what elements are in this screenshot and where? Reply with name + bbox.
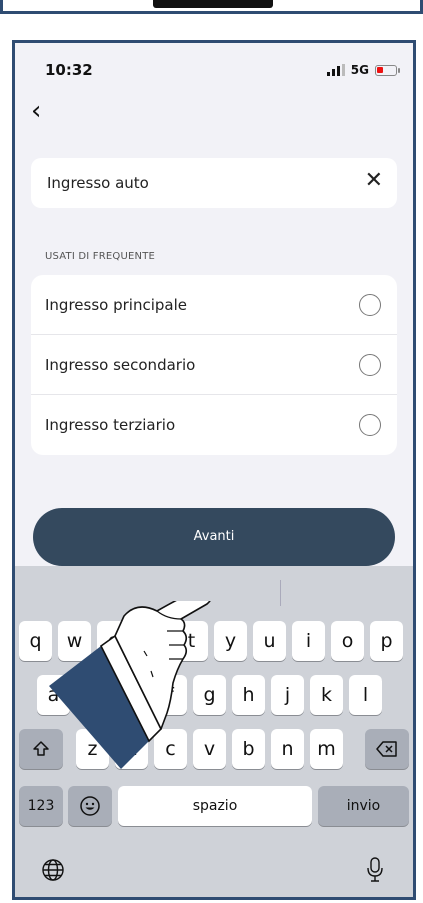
radio-button[interactable] bbox=[359, 414, 381, 436]
globe-icon[interactable] bbox=[41, 858, 65, 886]
radio-button[interactable] bbox=[359, 294, 381, 316]
search-value: Ingresso auto bbox=[47, 174, 149, 192]
signal-icon bbox=[326, 64, 345, 76]
microphone-icon[interactable] bbox=[365, 856, 385, 888]
list-item-label: Ingresso principale bbox=[45, 296, 187, 314]
key-u[interactable]: u bbox=[253, 621, 286, 661]
emoji-key[interactable] bbox=[68, 786, 112, 826]
section-title: USATI DI FREQUENTE bbox=[45, 251, 156, 262]
list-item[interactable]: Ingresso secondario bbox=[31, 335, 397, 395]
list-item[interactable]: Ingresso principale bbox=[31, 275, 397, 335]
next-button[interactable]: Avanti bbox=[33, 508, 395, 566]
emoji-icon bbox=[80, 796, 100, 816]
list-item[interactable]: Ingresso terziario bbox=[31, 395, 397, 455]
key-q[interactable]: q bbox=[19, 621, 52, 661]
top-frame bbox=[0, 0, 423, 14]
search-field[interactable]: Ingresso auto ✕ bbox=[31, 158, 397, 208]
key-i[interactable]: i bbox=[292, 621, 325, 661]
back-chevron-icon[interactable]: ‹ bbox=[31, 98, 41, 124]
backspace-key[interactable] bbox=[365, 729, 409, 769]
hand-pointer-icon bbox=[49, 601, 211, 769]
network-label: 5G bbox=[350, 63, 369, 77]
key-k[interactable]: k bbox=[310, 675, 343, 715]
return-key[interactable]: invio bbox=[318, 786, 409, 826]
key-j[interactable]: j bbox=[271, 675, 304, 715]
list-item-label: Ingresso secondario bbox=[45, 356, 196, 374]
status-time: 10:32 bbox=[45, 61, 93, 79]
key-p[interactable]: p bbox=[370, 621, 403, 661]
key-l[interactable]: l bbox=[349, 675, 382, 715]
numbers-key[interactable]: 123 bbox=[19, 786, 63, 826]
battery-icon bbox=[375, 64, 400, 76]
key-o[interactable]: o bbox=[331, 621, 364, 661]
key-m[interactable]: m bbox=[310, 729, 343, 769]
radio-button[interactable] bbox=[359, 354, 381, 376]
list-item-label: Ingresso terziario bbox=[45, 416, 176, 434]
close-icon[interactable]: ✕ bbox=[365, 170, 383, 192]
shift-icon bbox=[33, 741, 49, 756]
space-key[interactable]: spazio bbox=[118, 786, 312, 826]
backspace-icon bbox=[376, 741, 397, 757]
suggestion-divider bbox=[280, 580, 281, 606]
phone-screen: 10:32 5G ‹ Ingresso auto ✕ USATI DI FREQ… bbox=[12, 40, 416, 900]
key-n[interactable]: n bbox=[271, 729, 304, 769]
frequent-list: Ingresso principale Ingresso secondario … bbox=[31, 275, 397, 455]
status-bar: 10:32 5G bbox=[15, 43, 413, 89]
